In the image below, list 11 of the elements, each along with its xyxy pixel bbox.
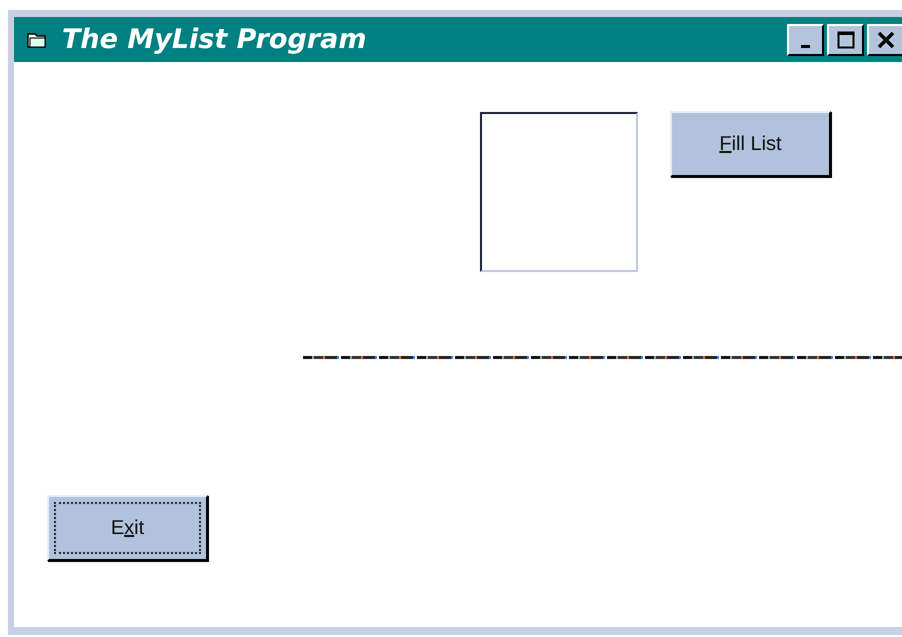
close-icon <box>876 30 894 48</box>
list-box[interactable] <box>480 112 638 272</box>
maximize-icon <box>836 30 854 48</box>
close-button[interactable] <box>867 24 902 56</box>
window-title: The MyList Program <box>62 24 366 55</box>
window-icon <box>26 30 48 48</box>
maximize-button[interactable] <box>827 24 864 56</box>
fill-list-button[interactable]: Fill List <box>670 111 831 177</box>
minimize-button[interactable] <box>787 24 824 56</box>
exit-button[interactable]: Exit <box>47 495 208 561</box>
minimize-icon <box>801 45 810 48</box>
